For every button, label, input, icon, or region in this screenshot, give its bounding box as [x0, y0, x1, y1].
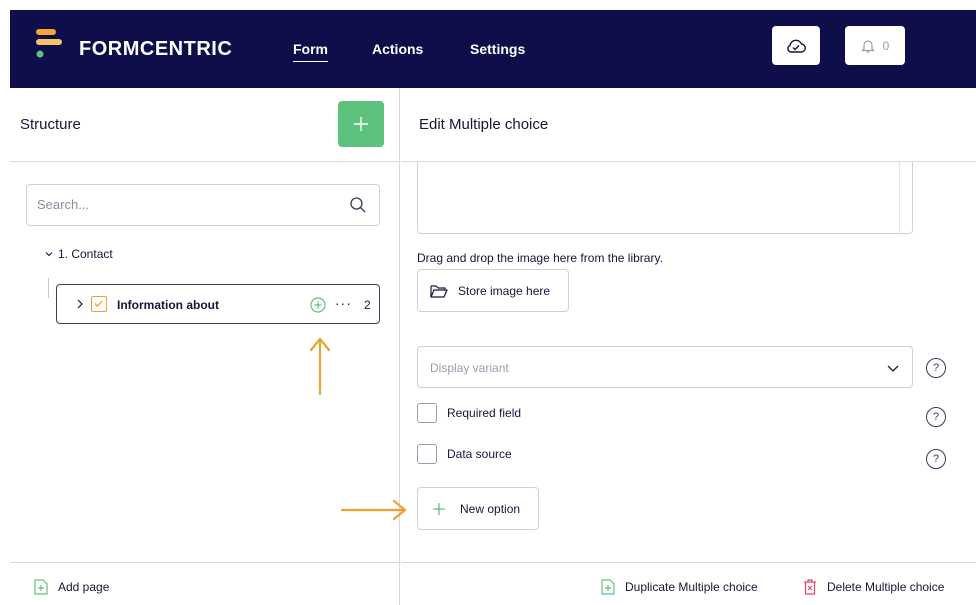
add-page-icon: [34, 579, 48, 595]
nav-actions[interactable]: Actions: [372, 41, 423, 57]
drag-drop-hint: Drag and drop the image here from the li…: [417, 251, 663, 265]
plus-icon: [433, 502, 445, 515]
required-field-label: Required field: [447, 406, 522, 420]
annotation-arrow-up-icon: [309, 337, 331, 396]
editor-title: Edit Multiple choice: [419, 116, 549, 133]
more-options-icon[interactable]: ···: [335, 295, 352, 311]
notifications-button[interactable]: 0: [845, 26, 905, 65]
duplicate-button[interactable]: Duplicate Multiple choice: [601, 579, 758, 595]
help-icon[interactable]: ?: [926, 358, 946, 378]
top-bar: FORMCENTRIC Form Actions Settings 0: [10, 10, 976, 88]
brand-name: FORMCENTRIC: [79, 38, 233, 60]
tree-connector: [48, 278, 56, 298]
editor-header: Edit Multiple choice: [401, 88, 976, 162]
tree-page-contact[interactable]: 1. Contact: [44, 247, 113, 261]
duplicate-icon: [601, 579, 615, 595]
required-field-checkbox[interactable]: [417, 403, 437, 423]
new-option-label: New option: [460, 501, 521, 516]
store-image-label: Store image here: [458, 283, 551, 298]
tree-item-label: Information about: [117, 298, 219, 312]
help-icon[interactable]: ?: [926, 449, 946, 469]
add-page-label: Add page: [58, 580, 110, 594]
nav-form[interactable]: Form: [293, 41, 328, 62]
search-icon[interactable]: [349, 196, 367, 214]
nav-settings[interactable]: Settings: [470, 41, 525, 57]
structure-header: Structure: [10, 88, 399, 162]
tree-page-label: 1. Contact: [58, 247, 113, 261]
duplicate-label: Duplicate Multiple choice: [625, 580, 758, 594]
add-circle-icon[interactable]: [310, 297, 326, 313]
folder-icon: [430, 284, 448, 298]
editor-footer: Duplicate Multiple choice Delete Multipl…: [401, 562, 976, 605]
required-field-row[interactable]: Required field: [417, 403, 521, 423]
annotation-arrow-right-icon: [340, 499, 407, 521]
structure-search[interactable]: [26, 184, 380, 226]
plus-icon: [354, 117, 368, 131]
data-source-checkbox[interactable]: [417, 444, 437, 464]
help-icon[interactable]: ?: [926, 407, 946, 427]
formcentric-logo-icon: [36, 29, 62, 58]
tree-item-information[interactable]: Information about ··· 2: [56, 284, 380, 324]
textarea-scrollbar[interactable]: [899, 162, 900, 233]
delete-button[interactable]: Delete Multiple choice: [803, 579, 944, 595]
editor-panel: Edit Multiple choice Drag and drop the i…: [401, 88, 976, 605]
description-textarea[interactable]: [417, 162, 913, 234]
trash-icon: [804, 579, 816, 595]
structure-title: Structure: [20, 116, 81, 133]
data-source-label: Data source: [447, 447, 512, 461]
checkbox-field-icon: [91, 296, 107, 312]
tree-item-count: 2: [364, 298, 371, 312]
store-image-button[interactable]: Store image here: [417, 269, 569, 312]
chevron-down-icon[interactable]: [44, 249, 54, 259]
structure-panel: Structure 1. Contact Information about: [10, 88, 400, 605]
cloud-save-button[interactable]: [772, 26, 820, 65]
notifications-count: 0: [882, 38, 890, 53]
display-variant-placeholder: Display variant: [430, 361, 509, 375]
add-page-button[interactable]: Add page: [34, 579, 109, 595]
data-source-row[interactable]: Data source: [417, 444, 512, 464]
delete-label: Delete Multiple choice: [827, 580, 945, 594]
search-input[interactable]: [37, 197, 317, 212]
chevron-down-icon: [887, 365, 899, 372]
display-variant-select[interactable]: Display variant: [417, 346, 913, 388]
cloud-check-icon: [787, 39, 806, 53]
chevron-right-icon[interactable]: [75, 297, 85, 311]
bell-icon: [860, 39, 875, 53]
add-structure-button[interactable]: [338, 101, 384, 147]
new-option-button[interactable]: New option: [417, 487, 539, 530]
structure-footer: Add page: [10, 562, 399, 605]
